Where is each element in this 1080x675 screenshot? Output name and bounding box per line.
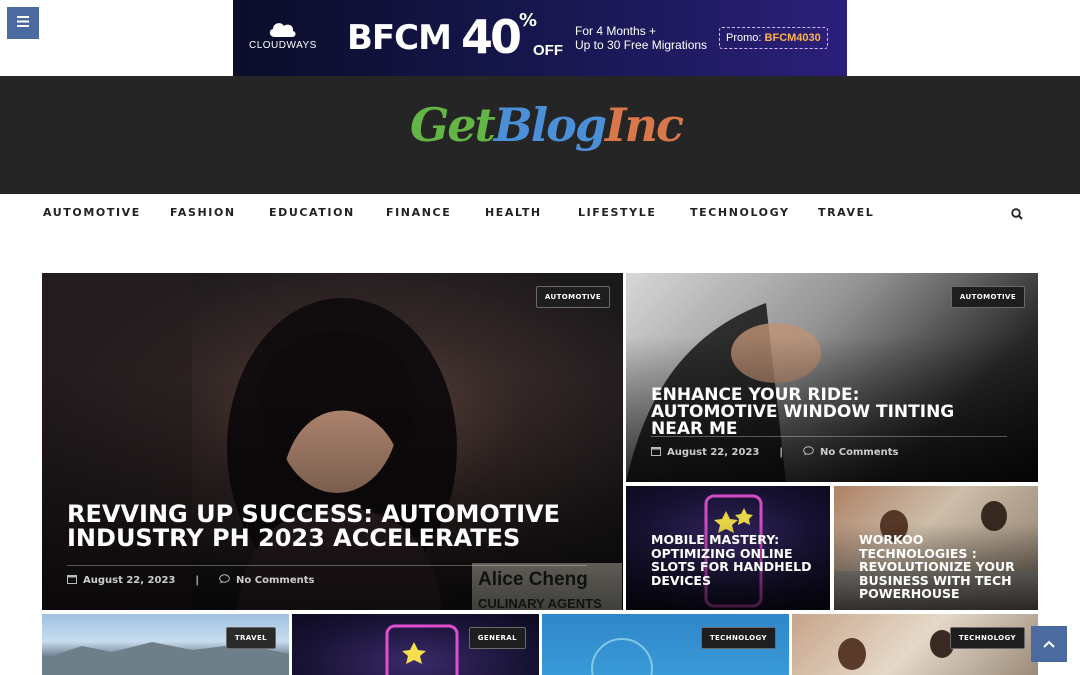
nav-item-finance[interactable]: FINANCE xyxy=(386,206,451,219)
post-card[interactable]: TRAVEL xyxy=(42,614,289,675)
site-logo[interactable]: GetBlogInc xyxy=(410,98,684,168)
nav-item-lifestyle[interactable]: LIFESTYLE xyxy=(578,206,656,219)
ad-promo-label: Promo: xyxy=(726,32,762,44)
ad-discount: 40% xyxy=(461,10,537,64)
post-date: August 22, 2023 xyxy=(83,575,176,586)
nav-item-travel[interactable]: TRAVEL xyxy=(818,206,874,219)
ad-promo: Promo: BFCM4030 xyxy=(719,27,828,49)
featured-post-main[interactable]: AUTOMOTIVE Alice Cheng CULINARY AGENTS R… xyxy=(42,273,623,610)
nav-item-health[interactable]: HEALTH xyxy=(485,206,542,219)
ad-promo-code: BFCM4030 xyxy=(764,32,821,44)
logo-part-blog: Blog xyxy=(493,98,607,152)
post-title[interactable]: MOBILE MASTERY: OPTIMIZING ONLINE SLOTS … xyxy=(651,533,821,587)
ad-banner[interactable]: CLOUDWAYS BFCM 40% OFF For 4 Months + Up… xyxy=(233,0,847,76)
search-icon[interactable] xyxy=(1011,207,1023,225)
post-category-badge[interactable]: AUTOMOTIVE xyxy=(950,286,1025,308)
post-date: August 22, 2023 xyxy=(667,447,760,458)
nav-item-education[interactable]: EDUCATION xyxy=(269,206,355,219)
post-card[interactable]: TECHNOLOGY xyxy=(792,614,1038,675)
post-overlay xyxy=(42,273,623,610)
featured-post-small[interactable]: WORKOO TECHNOLOGIES : REVOLUTIONIZE YOUR… xyxy=(834,486,1038,610)
top-bar: CLOUDWAYS BFCM 40% OFF For 4 Months + Up… xyxy=(0,0,1080,76)
post-comments[interactable]: No Comments xyxy=(236,575,314,586)
ad-offer-line2: Up to 30 Free Migrations xyxy=(575,38,708,52)
post-title[interactable]: WORKOO TECHNOLOGIES : REVOLUTIONIZE YOUR… xyxy=(859,533,1029,601)
ad-sale-text: BFCM xyxy=(347,18,452,58)
post-image-caption-sub: CULINARY AGENTS xyxy=(478,596,602,610)
post-title[interactable]: REVVING UP SUCCESS: AUTOMOTIVE INDUSTRY … xyxy=(67,502,607,550)
chevron-up-icon xyxy=(1043,635,1055,653)
calendar-icon xyxy=(67,574,77,587)
post-category-badge[interactable]: AUTOMOTIVE xyxy=(535,286,610,308)
cloudways-logo: CLOUDWAYS xyxy=(249,20,317,51)
post-category-badge[interactable]: TECHNOLOGY xyxy=(949,627,1025,649)
menu-button[interactable] xyxy=(7,7,39,39)
post-divider xyxy=(67,565,587,566)
ad-offer: For 4 Months + Up to 30 Free Migrations xyxy=(575,24,707,52)
post-category-badge[interactable]: TECHNOLOGY xyxy=(700,627,776,649)
hamburger-icon xyxy=(17,14,29,32)
ad-discount-number: 40 xyxy=(461,10,522,64)
site-header: GetBlogInc xyxy=(0,76,1080,194)
ad-percent-sign: % xyxy=(519,10,538,31)
comment-icon xyxy=(803,446,814,459)
ad-offer-line1: For 4 Months + xyxy=(575,24,657,38)
post-meta: August 22, 2023 | No Comments xyxy=(67,574,314,587)
nav-item-automotive[interactable]: AUTOMOTIVE xyxy=(43,206,141,219)
post-meta: August 22, 2023 | No Comments xyxy=(651,446,898,459)
comment-icon xyxy=(219,574,230,587)
cloud-icon xyxy=(269,23,296,37)
featured-post-secondary[interactable]: AUTOMOTIVE ENHANCE YOUR RIDE: AUTOMOTIVE… xyxy=(626,273,1038,482)
post-divider xyxy=(651,436,1007,437)
meta-separator: | xyxy=(195,575,200,586)
post-comments[interactable]: No Comments xyxy=(820,447,898,458)
ad-off-label: OFF xyxy=(533,42,563,59)
logo-part-inc: Inc xyxy=(605,98,684,152)
main-nav: AUTOMOTIVE FASHION EDUCATION FINANCE HEA… xyxy=(0,194,1080,234)
logo-part-get: Get xyxy=(410,98,496,152)
post-card[interactable]: GENERAL xyxy=(292,614,539,675)
post-title[interactable]: ENHANCE YOUR RIDE: AUTOMOTIVE WINDOW TIN… xyxy=(651,387,991,438)
calendar-icon xyxy=(651,446,661,459)
featured-post-small[interactable]: MOBILE MASTERY: OPTIMIZING ONLINE SLOTS … xyxy=(626,486,830,610)
post-category-badge[interactable]: TRAVEL xyxy=(225,627,276,649)
nav-item-fashion[interactable]: FASHION xyxy=(170,206,236,219)
ad-brand: CLOUDWAYS xyxy=(249,40,317,51)
meta-separator: | xyxy=(779,447,784,458)
back-to-top-button[interactable] xyxy=(1031,626,1067,662)
post-image-caption: Alice Cheng xyxy=(478,569,588,590)
post-card[interactable]: TECHNOLOGY xyxy=(542,614,789,675)
nav-item-technology[interactable]: TECHNOLOGY xyxy=(690,206,790,219)
post-category-badge[interactable]: GENERAL xyxy=(468,627,526,649)
